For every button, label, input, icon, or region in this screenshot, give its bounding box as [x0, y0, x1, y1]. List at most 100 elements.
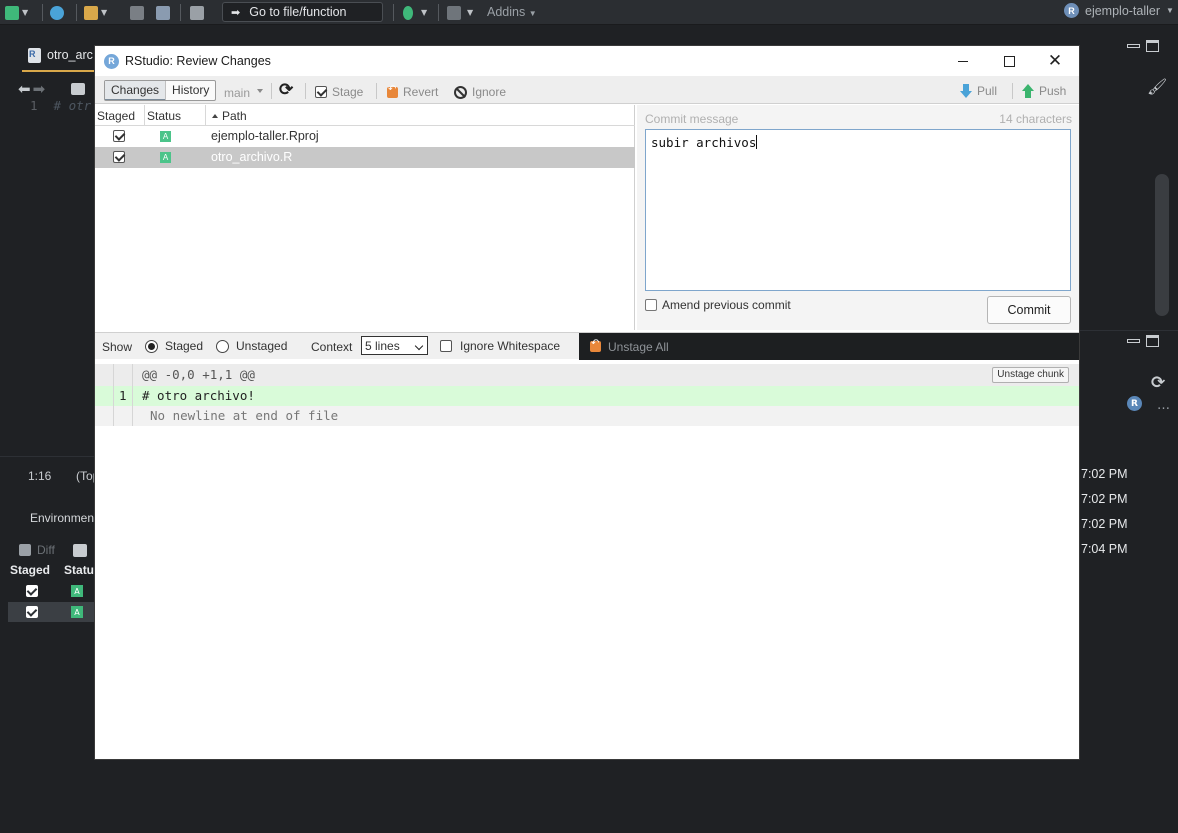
pane-window-controls[interactable]	[1127, 335, 1159, 347]
clear-broom-icon[interactable]: 🖌	[1147, 77, 1167, 96]
review-changes-dialog: R RStudio: Review Changes ✕ Changes Hist…	[95, 46, 1079, 759]
amend-commit-option[interactable]: Amend previous commit	[645, 298, 791, 312]
workspace-panes-icon[interactable]: ▼	[447, 4, 473, 21]
stage-button[interactable]: Stage	[315, 85, 363, 99]
diff-view: @@ -0,0 +1,1 @@ Unstage chunk 1 # otro a…	[95, 364, 1079, 759]
commit-icon[interactable]	[72, 543, 87, 557]
pull-arrow-icon	[960, 84, 972, 98]
git-pane-headers: Staged Status	[10, 563, 101, 577]
header-status[interactable]: Status	[147, 109, 181, 123]
refresh-icon[interactable]: ⟳	[1151, 373, 1165, 393]
staged-radio-label: Staged	[165, 339, 204, 353]
push-button[interactable]: Push	[1022, 84, 1066, 98]
table-row[interactable]: A otro_archivo.R	[95, 147, 635, 168]
print-icon[interactable]	[190, 4, 204, 21]
table-row[interactable]: A	[8, 581, 98, 601]
pane-window-controls[interactable]	[1127, 40, 1159, 52]
revert-label: Revert	[403, 85, 439, 99]
header-staged[interactable]: Staged	[97, 109, 135, 123]
save-icon[interactable]	[130, 4, 144, 21]
ignore-whitespace-option[interactable]: Ignore Whitespace	[440, 339, 560, 353]
header-path[interactable]: Path	[212, 109, 247, 123]
minimize-window-button[interactable]	[940, 46, 986, 76]
scrollbar[interactable]	[1155, 174, 1169, 316]
revert-button[interactable]: Revert	[387, 84, 439, 99]
branch-selector[interactable]: main	[224, 86, 250, 100]
commit-message-input[interactable]: subir archivos	[645, 129, 1071, 291]
staged-radio-option[interactable]: Staged	[145, 339, 203, 353]
context-lines-value: 5 lines	[365, 338, 400, 353]
toolbar-divider	[393, 4, 394, 21]
ignore-label: Ignore	[472, 85, 507, 99]
amend-checkbox[interactable]	[645, 299, 657, 311]
table-row[interactable]: A	[8, 602, 98, 622]
r-project-icon: R	[1127, 396, 1142, 411]
editor-line[interactable]: 1 # otr	[30, 98, 91, 113]
staged-checkbox[interactable]	[26, 585, 38, 597]
commit-pane: Commit message 14 characters subir archi…	[637, 105, 1079, 330]
ignore-button[interactable]: Ignore	[454, 85, 506, 99]
show-in-window-icon[interactable]	[71, 80, 85, 97]
header-staged[interactable]: Staged	[10, 563, 50, 577]
cursor-position: 1:16	[28, 469, 52, 483]
unstaged-radio[interactable]	[216, 339, 229, 353]
addins-menu[interactable]: Addins ▼	[487, 5, 537, 19]
unstage-chunk-button[interactable]: Unstage chunk	[992, 367, 1069, 383]
chevron-down-icon[interactable]	[257, 89, 263, 93]
source-tab[interactable]: otro_arc	[22, 40, 97, 72]
stage-checkbox-icon	[315, 86, 327, 98]
gutter-divider	[113, 364, 114, 426]
refresh-icon[interactable]: ⟳	[279, 80, 293, 100]
column-divider	[205, 105, 206, 126]
unstage-icon	[590, 338, 601, 352]
added-line[interactable]: 1 # otro archivo!	[95, 386, 1079, 406]
git-icon[interactable]: ▼	[403, 4, 427, 21]
unstaged-radio-option[interactable]: Unstaged	[216, 339, 287, 353]
header-path-label: Path	[222, 109, 247, 123]
sort-ascending-icon	[212, 114, 218, 118]
close-window-button[interactable]: ✕	[1032, 46, 1078, 76]
goto-file-function-input[interactable]: ➡ Go to file/function	[222, 2, 383, 22]
context-label: Context	[311, 340, 353, 354]
commit-button[interactable]: Commit	[987, 296, 1071, 324]
diff-button[interactable]: Diff	[19, 543, 87, 557]
new-project-icon[interactable]	[50, 4, 64, 21]
ignore-whitespace-checkbox[interactable]	[440, 340, 452, 352]
project-menu[interactable]: Rejemplo-taller ▼	[1064, 3, 1174, 18]
unstage-all-button[interactable]: Unstage All	[579, 333, 1079, 360]
tab-changes[interactable]: Changes	[105, 81, 166, 100]
gutter-divider	[132, 364, 133, 426]
maximize-pane-icon[interactable]	[1146, 335, 1159, 347]
pull-label: Pull	[977, 84, 998, 98]
staged-checkbox[interactable]	[26, 606, 38, 618]
open-file-icon[interactable]: ▼	[84, 4, 107, 21]
maximize-pane-icon[interactable]	[1146, 40, 1159, 52]
staged-radio[interactable]	[145, 339, 158, 353]
tab-history[interactable]: History	[165, 81, 215, 100]
table-row[interactable]: A ejemplo-taller.Rproj	[95, 126, 635, 147]
source-tab-label: otro_arc	[47, 48, 93, 62]
new-file-icon[interactable]: ▼	[5, 4, 28, 21]
minimize-pane-icon[interactable]	[1127, 44, 1140, 48]
added-status-badge: A	[71, 606, 83, 618]
column-divider	[144, 105, 145, 126]
staged-checkbox[interactable]	[113, 151, 125, 163]
table-header: Staged Status Path	[95, 105, 635, 126]
unstage-all-label: Unstage All	[608, 339, 669, 354]
minimize-pane-icon[interactable]	[1127, 339, 1140, 343]
back-forward-icon[interactable]: ⬅ ➡	[18, 80, 45, 98]
main-toolbar: ▼ ▼ ➡ Go to file/function ▼ ▼ Addins ▼ Re…	[0, 0, 1178, 25]
maximize-window-button[interactable]	[986, 46, 1032, 76]
tab-environment[interactable]: Environmen	[30, 511, 94, 525]
pull-button[interactable]: Pull	[960, 84, 997, 98]
show-label: Show	[102, 340, 133, 354]
dialog-titlebar[interactable]: R RStudio: Review Changes ✕	[95, 46, 1079, 76]
toolbar-divider	[42, 4, 43, 21]
more-icon[interactable]: …	[1157, 398, 1170, 413]
save-all-icon[interactable]	[156, 4, 170, 21]
goto-arrow-icon: ➡	[231, 6, 241, 19]
added-status-badge: A	[160, 152, 171, 163]
project-name: ejemplo-taller	[1085, 3, 1161, 18]
context-lines-select[interactable]: 5 lines	[361, 336, 428, 355]
staged-checkbox[interactable]	[113, 130, 125, 142]
